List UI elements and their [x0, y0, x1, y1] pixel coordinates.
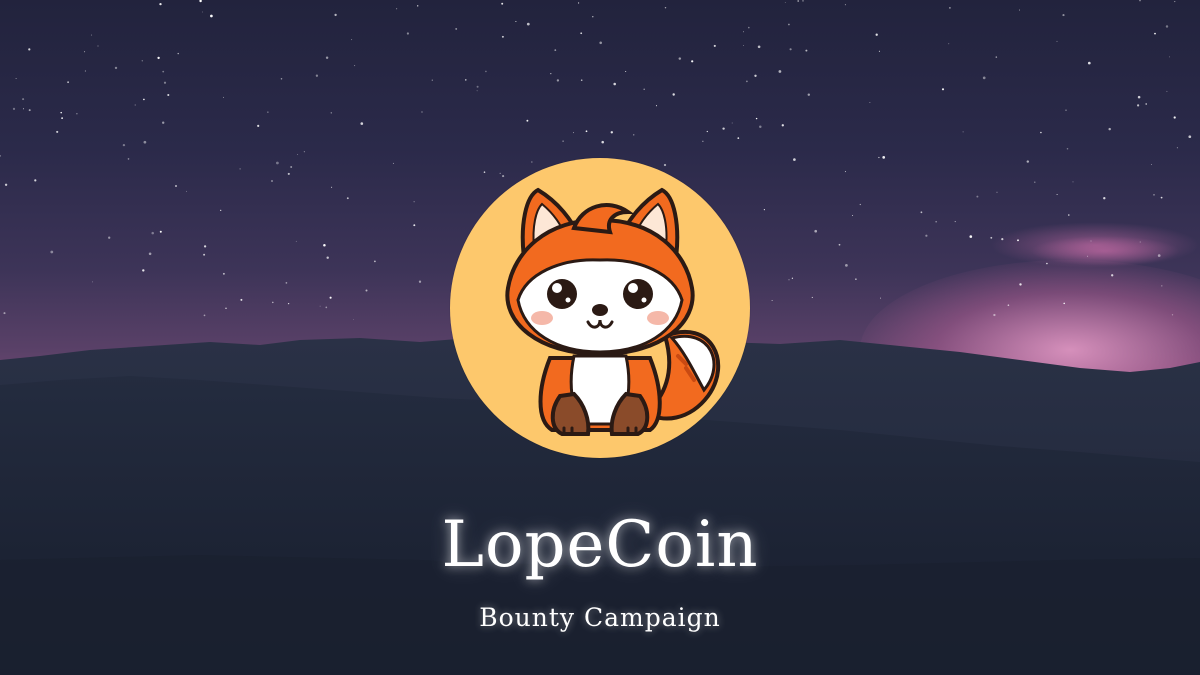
logo-disc: [450, 158, 750, 458]
brand-title: LopeCoin: [441, 508, 759, 582]
fox-mascot-icon: [505, 187, 721, 436]
banner-background: LopeCoin Bounty Campaign: [0, 0, 1200, 675]
campaign-subtitle: Bounty Campaign: [479, 603, 721, 632]
